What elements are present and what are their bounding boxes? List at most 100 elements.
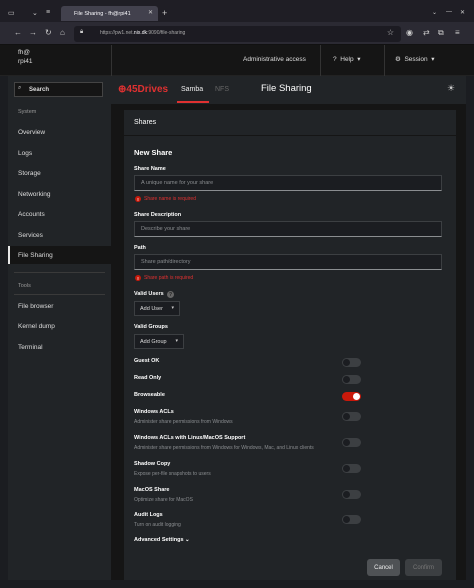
theme-toggle-icon[interactable]: ☀ <box>447 83 455 94</box>
guest-ok-switch[interactable] <box>342 358 361 367</box>
search-placeholder: Search <box>29 87 50 93</box>
audit-logs-label: Audit Logs <box>134 512 163 518</box>
guest-ok-label: Guest OK <box>134 358 160 364</box>
session-label: Session <box>404 56 428 63</box>
minimize-icon[interactable]: — <box>446 9 452 15</box>
header-divider <box>320 45 321 76</box>
windows-acls-linux-switch[interactable] <box>342 438 361 447</box>
url-bar[interactable]: 🔒︎ https://pw1.net.nix.dk:9090/file-shar… <box>74 26 401 42</box>
tab-overflow-icon[interactable]: ⌄ <box>432 9 437 16</box>
search-icon: ⌕ <box>18 85 22 91</box>
path-placeholder: Share path/directory <box>141 259 191 265</box>
search-input[interactable]: ⌕ Search <box>14 82 103 97</box>
sidebar-item-file-sharing[interactable]: File Sharing <box>8 246 111 264</box>
add-user-dropdown[interactable]: Add User ▾ <box>134 301 180 316</box>
help-icon: ? <box>333 56 337 63</box>
macos-share-label: MacOS Share <box>134 487 170 493</box>
sidebar-heading-tools: Tools <box>18 283 31 289</box>
path-input[interactable]: Share path/directory <box>134 254 442 270</box>
read-only-switch[interactable] <box>342 375 361 384</box>
firefox-view-icon[interactable]: ▭ <box>8 9 15 17</box>
header-divider <box>384 45 385 76</box>
chevron-down-icon: ⌄ <box>185 537 190 543</box>
tab-nfs[interactable]: NFS <box>215 86 229 93</box>
sidebar-heading-system: System <box>18 109 37 115</box>
browser-tab[interactable]: File Sharing - fh@rpi41 ✕ <box>61 6 158 21</box>
app-menu-icon[interactable]: ≡ <box>455 28 460 37</box>
bookmark-star-icon[interactable]: ☆ <box>387 28 394 37</box>
audit-logs-description: Turn on audit logging <box>134 522 181 528</box>
share-description-label: Share Description <box>134 212 182 218</box>
gear-icon: ⚙ <box>395 56 401 63</box>
home-icon[interactable]: ⌂ <box>60 28 65 37</box>
valid-users-label: Valid Users <box>134 291 164 297</box>
shadow-copy-description: Expose per-file snapshots to users <box>134 471 211 477</box>
back-to-tabs-icon[interactable]: ≡ <box>46 9 50 16</box>
error-icon: ! <box>135 196 141 202</box>
caret-down-icon: ▾ <box>171 305 174 311</box>
share-description-input[interactable]: Describe your share <box>134 221 442 237</box>
sidebar-item-overview[interactable]: Overview <box>8 123 111 141</box>
add-group-dropdown[interactable]: Add Group ▾ <box>134 334 184 349</box>
extensions-icon[interactable]: ⇄ <box>423 28 430 37</box>
url-text: https://pw1.net.nix.dk:9090/file-sharing <box>100 30 186 36</box>
sidebar-divider <box>14 294 105 295</box>
extension-puzzle-icon[interactable]: ⧉ <box>438 28 444 38</box>
share-description-placeholder: Describe your share <box>141 226 191 232</box>
shadow-copy-label: Shadow Copy <box>134 461 171 467</box>
close-window-icon[interactable]: ✕ <box>460 9 465 16</box>
windows-acls-switch[interactable] <box>342 412 361 421</box>
help-circle-icon[interactable]: ? <box>167 291 174 298</box>
sidebar-item-terminal[interactable]: Terminal <box>8 338 111 356</box>
forward-icon[interactable]: → <box>29 28 37 37</box>
help-menu[interactable]: ? Help ▾ <box>333 55 361 63</box>
sidebar-item-logs[interactable]: Logs <box>8 144 111 162</box>
browser-tab-title: File Sharing - fh@rpi41 <box>74 10 131 17</box>
reload-icon[interactable]: ↻ <box>45 28 52 37</box>
sidebar-item-networking[interactable]: Networking <box>8 185 111 203</box>
sidebar-item-accounts[interactable]: Accounts <box>8 205 111 223</box>
back-icon[interactable]: ← <box>14 28 22 37</box>
share-name-label: Share Name <box>134 166 166 172</box>
macos-share-description: Optimize share for MacOS <box>134 497 193 503</box>
host-switcher[interactable]: fh@ rpi41 <box>18 48 32 66</box>
tab-list-icon[interactable]: ⌄ <box>32 9 38 17</box>
share-name-input[interactable]: A unique name for your share <box>134 175 442 191</box>
sidebar-item-storage[interactable]: Storage <box>8 164 111 182</box>
brand-logo: ⊕45Drives <box>118 84 169 95</box>
pocket-icon[interactable]: ◉ <box>406 28 413 37</box>
sidebar-divider <box>14 272 105 273</box>
sidebar-item-services[interactable]: Services <box>8 226 111 244</box>
sidebar-item-file-browser[interactable]: File browser <box>8 297 111 315</box>
active-tab-indicator <box>177 101 209 103</box>
help-label: Help <box>340 56 354 63</box>
read-only-label: Read Only <box>134 375 162 381</box>
windows-acls-linux-description: Administer share permissions from Window… <box>134 445 314 451</box>
path-error: ! Share path is required <box>135 275 193 281</box>
host-user: fh@ <box>18 49 31 56</box>
page-title: File Sharing <box>261 83 312 94</box>
windows-acls-linux-label: Windows ACLs with Linux/MacOS Support <box>134 435 246 441</box>
confirm-button[interactable]: Confirm <box>405 559 442 576</box>
windows-acls-description: Administer share permissions from Window… <box>134 419 233 425</box>
audit-logs-switch[interactable] <box>342 515 361 524</box>
macos-share-switch[interactable] <box>342 490 361 499</box>
sidebar-item-kernel-dump[interactable]: Kernel dump <box>8 317 111 335</box>
close-tab-icon[interactable]: ✕ <box>148 9 153 16</box>
session-menu[interactable]: ⚙ Session ▾ <box>395 55 434 63</box>
shadow-copy-switch[interactable] <box>342 464 361 473</box>
section-title: New Share <box>134 148 173 157</box>
browseable-switch[interactable] <box>342 392 361 401</box>
new-tab-icon[interactable]: + <box>162 8 167 18</box>
card-title: Shares <box>134 119 157 126</box>
page-scrollbar[interactable] <box>466 76 474 580</box>
admin-access-button[interactable]: Administrative access <box>243 56 306 63</box>
caret-down-icon: ▾ <box>431 56 435 63</box>
cancel-button[interactable]: Cancel <box>367 559 400 576</box>
tab-samba[interactable]: Samba <box>181 86 203 93</box>
share-name-placeholder: A unique name for your share <box>141 180 214 186</box>
advanced-settings-toggle[interactable]: Advanced Settings ⌄ <box>134 537 190 543</box>
browseable-label: Browseable <box>134 392 165 398</box>
caret-down-icon: ▾ <box>175 338 178 344</box>
header-divider <box>111 45 112 76</box>
